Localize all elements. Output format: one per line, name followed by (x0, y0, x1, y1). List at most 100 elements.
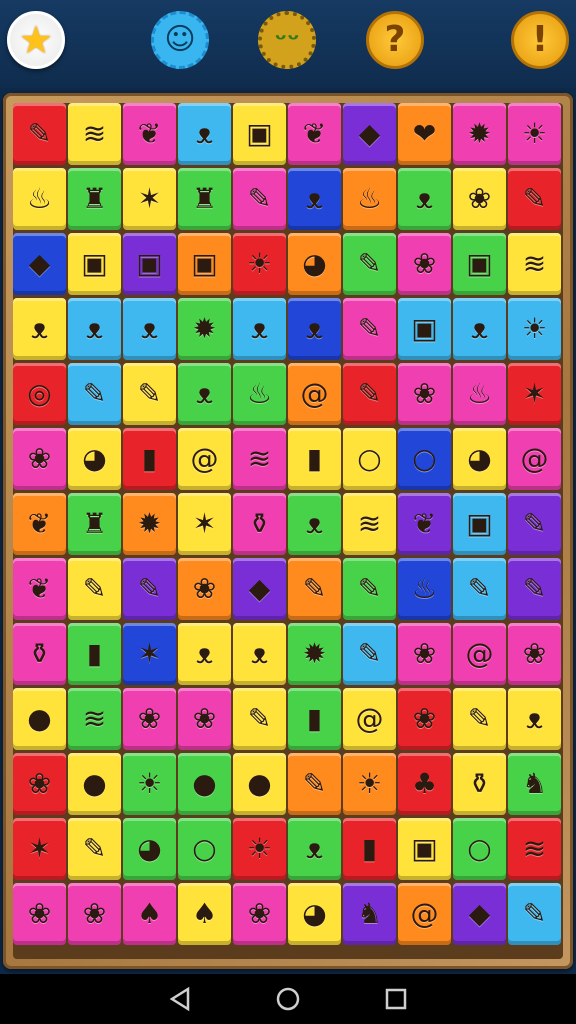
game-tile[interactable]: ✎ (288, 753, 341, 815)
game-tile[interactable]: ✎ (123, 558, 176, 620)
game-tile[interactable]: ❤ (398, 103, 451, 165)
game-tile[interactable]: ☀ (508, 103, 561, 165)
game-tile[interactable]: ◕ (288, 233, 341, 295)
game-tile[interactable]: ≋ (68, 688, 121, 750)
alert-button[interactable]: ! (511, 11, 569, 69)
game-tile[interactable]: ☀ (508, 298, 561, 360)
game-tile[interactable]: ❀ (68, 883, 121, 945)
game-tile[interactable]: ᴥ (123, 298, 176, 360)
game-tile[interactable]: ✎ (68, 363, 121, 425)
game-tile[interactable]: ◕ (288, 883, 341, 945)
game-tile[interactable]: @ (508, 428, 561, 490)
game-tile[interactable]: ♜ (178, 168, 231, 230)
game-tile[interactable]: ❦ (288, 103, 341, 165)
game-tile[interactable]: ◆ (453, 883, 506, 945)
game-tile[interactable]: ● (233, 753, 286, 815)
game-tile[interactable]: ✶ (508, 363, 561, 425)
game-tile[interactable]: ✎ (343, 233, 396, 295)
game-tile[interactable]: ✹ (123, 493, 176, 555)
game-tile[interactable]: ⚱ (233, 493, 286, 555)
game-tile[interactable]: ☀ (123, 753, 176, 815)
game-tile[interactable]: ◕ (68, 428, 121, 490)
game-tile[interactable]: ✎ (343, 298, 396, 360)
game-tile[interactable]: ❀ (398, 233, 451, 295)
game-tile[interactable]: ✎ (453, 688, 506, 750)
game-tile[interactable]: @ (288, 363, 341, 425)
game-tile[interactable]: ◆ (13, 233, 66, 295)
game-tile[interactable]: ▣ (453, 233, 506, 295)
game-tile[interactable]: ᴥ (288, 818, 341, 880)
game-tile[interactable]: ❀ (13, 753, 66, 815)
game-tile[interactable]: ❀ (453, 168, 506, 230)
game-tile[interactable]: ᴥ (508, 688, 561, 750)
game-tile[interactable]: ♠ (178, 883, 231, 945)
game-tile[interactable]: ☀ (233, 233, 286, 295)
game-tile[interactable]: ᴥ (13, 298, 66, 360)
game-tile[interactable]: ◎ (13, 363, 66, 425)
game-tile[interactable]: ✎ (343, 558, 396, 620)
game-tile[interactable]: ✹ (178, 298, 231, 360)
game-tile[interactable]: ❀ (178, 558, 231, 620)
game-tile[interactable]: ⚱ (13, 623, 66, 685)
game-tile[interactable]: ♣ (398, 753, 451, 815)
game-tile[interactable]: ✎ (508, 493, 561, 555)
game-tile[interactable]: ▮ (288, 688, 341, 750)
game-tile[interactable]: ✎ (343, 623, 396, 685)
game-tile[interactable]: ≋ (508, 233, 561, 295)
game-tile[interactable]: @ (343, 688, 396, 750)
game-tile[interactable]: ○ (453, 818, 506, 880)
game-tile[interactable]: ᴥ (288, 298, 341, 360)
game-tile[interactable]: ᴥ (233, 298, 286, 360)
game-tile[interactable]: ❀ (178, 688, 231, 750)
game-tile[interactable]: ▮ (123, 428, 176, 490)
game-tile[interactable]: ✎ (508, 558, 561, 620)
game-tile[interactable]: ❀ (508, 623, 561, 685)
smiley-badge-button[interactable]: ☺ (151, 11, 209, 69)
game-tile[interactable]: ▣ (398, 298, 451, 360)
game-tile[interactable]: ❀ (398, 363, 451, 425)
game-tile[interactable]: ◕ (123, 818, 176, 880)
game-tile[interactable]: ᴥ (398, 168, 451, 230)
game-tile[interactable]: ✶ (123, 623, 176, 685)
game-tile[interactable]: ᴥ (453, 298, 506, 360)
game-tile[interactable]: ✎ (68, 818, 121, 880)
game-tile[interactable]: ❀ (123, 688, 176, 750)
game-tile[interactable]: ᴥ (288, 168, 341, 230)
game-tile[interactable]: ✹ (288, 623, 341, 685)
game-tile[interactable]: ᴥ (178, 363, 231, 425)
game-tile[interactable]: ✎ (288, 558, 341, 620)
game-tile[interactable]: ≋ (68, 103, 121, 165)
game-tile[interactable]: ▣ (178, 233, 231, 295)
game-tile[interactable]: ❀ (13, 428, 66, 490)
game-tile[interactable]: ᴥ (288, 493, 341, 555)
recent-apps-icon[interactable] (366, 974, 426, 1024)
game-tile[interactable]: ◕ (453, 428, 506, 490)
game-tile[interactable]: ◆ (233, 558, 286, 620)
game-tile[interactable]: ● (68, 753, 121, 815)
game-tile[interactable]: ❦ (123, 103, 176, 165)
game-tile[interactable]: ▮ (68, 623, 121, 685)
back-icon[interactable] (150, 974, 210, 1024)
game-tile[interactable]: ✹ (453, 103, 506, 165)
game-tile[interactable]: ✶ (13, 818, 66, 880)
game-tile[interactable]: ✎ (453, 558, 506, 620)
game-tile[interactable]: ✎ (123, 363, 176, 425)
game-tile[interactable]: ≋ (233, 428, 286, 490)
game-tile[interactable]: ☀ (233, 818, 286, 880)
game-tile[interactable]: ♜ (68, 168, 121, 230)
game-tile[interactable]: ≋ (343, 493, 396, 555)
game-tile[interactable]: ▣ (233, 103, 286, 165)
game-tile[interactable]: ♜ (68, 493, 121, 555)
game-tile[interactable]: ✎ (343, 363, 396, 425)
game-tile[interactable]: ❦ (398, 493, 451, 555)
game-tile[interactable]: ᴥ (233, 623, 286, 685)
game-tile[interactable]: ◆ (343, 103, 396, 165)
game-tile[interactable]: ○ (178, 818, 231, 880)
game-tile[interactable]: ♞ (343, 883, 396, 945)
game-tile[interactable]: ❦ (13, 558, 66, 620)
game-tile[interactable]: ▣ (68, 233, 121, 295)
game-tile[interactable]: ♞ (508, 753, 561, 815)
game-tile[interactable]: ✎ (508, 168, 561, 230)
game-tile[interactable]: @ (453, 623, 506, 685)
star-button[interactable]: ★ (7, 11, 65, 69)
